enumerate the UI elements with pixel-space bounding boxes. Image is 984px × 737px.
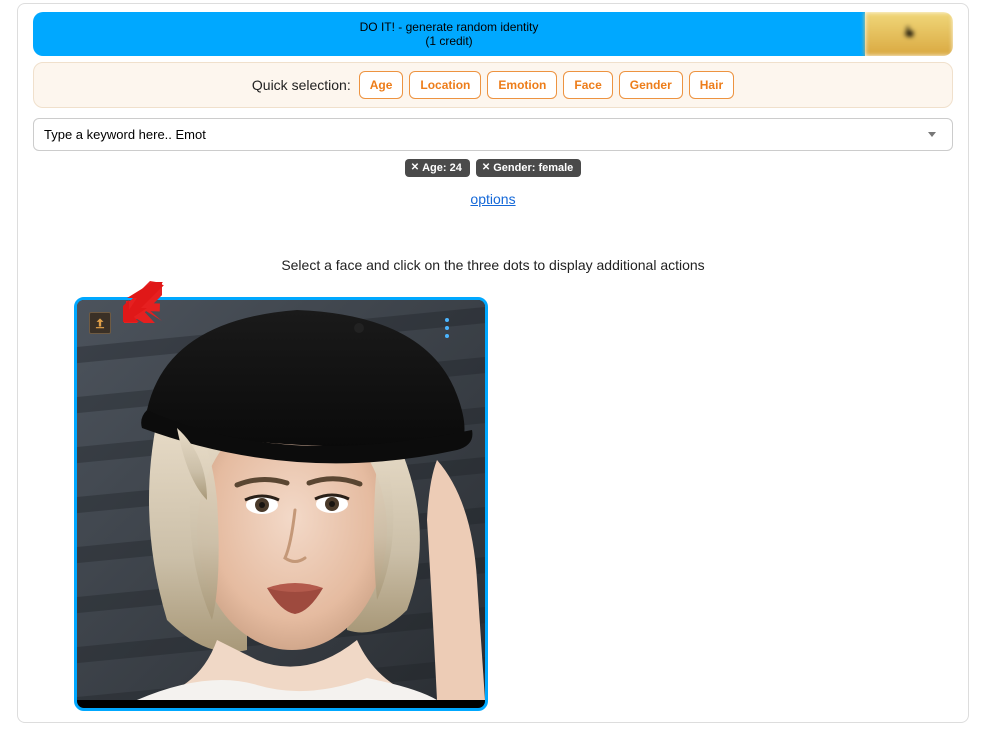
quick-selection-label: Quick selection: (252, 77, 351, 93)
person-portrait (77, 300, 485, 700)
face-card[interactable] (74, 297, 488, 711)
options-link[interactable]: options (18, 191, 968, 207)
quick-select-location-button[interactable]: Location (409, 71, 481, 99)
quick-select-age-button[interactable]: Age (359, 71, 404, 99)
generate-identity-button[interactable]: DO IT! - generate random identity (1 cre… (33, 12, 865, 56)
quick-select-hair-button[interactable]: Hair (689, 71, 734, 99)
face-gallery (74, 297, 968, 711)
upload-button[interactable] (89, 312, 111, 334)
three-dots-button[interactable] (445, 318, 449, 338)
pointing-hand-icon (900, 25, 918, 43)
app-panel: DO IT! - generate random identity (1 cre… (17, 3, 969, 723)
chevron-down-icon[interactable] (928, 132, 936, 137)
red-arrow-icon (121, 280, 165, 324)
dot-icon (445, 318, 449, 322)
pointer-action-button[interactable] (865, 12, 953, 56)
do-it-label-line1: DO IT! - generate random identity (360, 20, 539, 34)
quick-select-gender-button[interactable]: Gender (619, 71, 683, 99)
dot-icon (445, 326, 449, 330)
quick-select-face-button[interactable]: Face (563, 71, 612, 99)
close-icon[interactable]: ✕ (482, 163, 490, 173)
close-icon[interactable]: ✕ (411, 163, 419, 173)
quick-select-emotion-button[interactable]: Emotion (487, 71, 557, 99)
do-it-label-line2: (1 credit) (425, 34, 472, 48)
chip-gender[interactable]: ✕ Gender: female (476, 159, 581, 177)
keyword-input[interactable] (44, 127, 928, 142)
keyword-input-container[interactable] (33, 118, 953, 151)
upload-arrow-icon (93, 316, 107, 330)
top-action-bar: DO IT! - generate random identity (1 cre… (33, 12, 953, 56)
chip-gender-label: Gender: female (493, 162, 573, 174)
chip-age[interactable]: ✕ Age: 24 (405, 159, 470, 177)
quick-selection-bar: Quick selection: Age Location Emotion Fa… (33, 62, 953, 108)
filter-chips-row: ✕ Age: 24 ✕ Gender: female (18, 159, 968, 177)
chip-age-label: Age: 24 (422, 162, 462, 174)
instruction-text: Select a face and click on the three dot… (18, 257, 968, 273)
face-image (77, 300, 485, 700)
dot-icon (445, 334, 449, 338)
